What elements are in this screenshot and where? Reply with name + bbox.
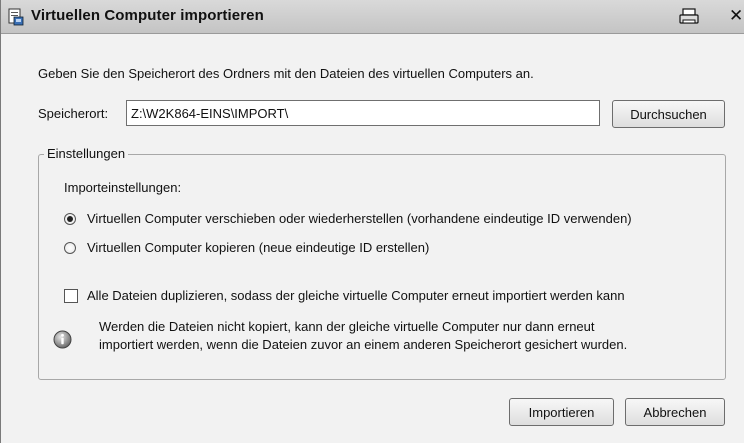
settings-group-title: Einstellungen	[44, 146, 129, 161]
import-dialog-window: Virtuellen Computer importieren ✕ Geben …	[0, 0, 744, 443]
virtual-machine-import-icon	[8, 8, 24, 26]
info-text-line-2: importiert werden, wenn die Dateien zuvo…	[99, 337, 628, 352]
location-label: Speicherort:	[38, 106, 109, 121]
duplicate-files-label[interactable]: Alle Dateien duplizieren, sodass der gle…	[87, 288, 625, 303]
info-text-line-1: Werden die Dateien nicht kopiert, kann d…	[99, 319, 595, 334]
location-input[interactable]	[126, 100, 600, 126]
window-title: Virtuellen Computer importieren	[31, 7, 264, 24]
import-settings-label: Importeinstellungen:	[64, 180, 182, 195]
radio-move-restore-label[interactable]: Virtuellen Computer verschieben oder wie…	[87, 211, 632, 226]
printer-icon[interactable]	[676, 6, 702, 27]
import-button[interactable]: Importieren	[509, 398, 614, 426]
title-bar[interactable]: Virtuellen Computer importieren ✕	[1, 0, 744, 34]
close-icon[interactable]: ✕	[729, 6, 744, 27]
radio-copy-label[interactable]: Virtuellen Computer kopieren (neue einde…	[87, 240, 429, 255]
info-icon	[53, 330, 72, 349]
duplicate-files-checkbox[interactable]	[64, 289, 78, 303]
instruction-text: Geben Sie den Speicherort des Ordners mi…	[38, 66, 534, 81]
cancel-button[interactable]: Abbrechen	[625, 398, 725, 426]
browse-button[interactable]: Durchsuchen	[612, 100, 725, 128]
radio-move-restore[interactable]	[64, 213, 76, 225]
radio-copy[interactable]	[64, 242, 76, 254]
